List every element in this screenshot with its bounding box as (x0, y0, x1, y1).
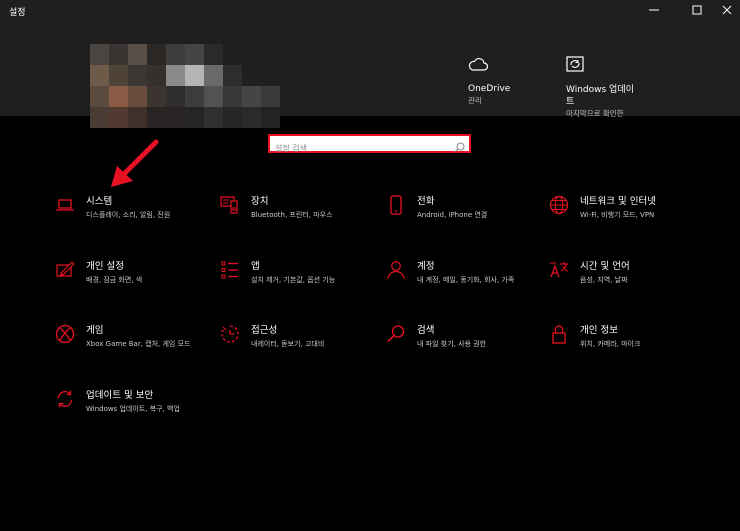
settings-category-tile[interactable]: 접근성내레이터, 돋보기, 고대비 (220, 324, 390, 372)
annotation-arrow (108, 138, 160, 190)
window-title: 설정 (9, 8, 26, 18)
settings-category-tile[interactable]: 계정내 계정, 메일, 동기화, 회사, 가족 (386, 260, 556, 308)
tile-name: 게임 (86, 325, 104, 336)
tile-description: Xbox Game Bar, 캡처, 게임 모드 (86, 340, 191, 348)
tile-description: 위치, 카메라, 마이크 (580, 340, 641, 348)
search-box-icon (454, 138, 465, 157)
xbox-icon (55, 324, 75, 344)
windows-update-link[interactable]: Windows 업데이 트 마지막으로 확인한 (566, 56, 634, 119)
close-button[interactable] (710, 0, 740, 22)
globe-icon (549, 195, 569, 215)
tile-name: 개인 정보 (580, 325, 618, 336)
avatar (90, 44, 282, 128)
settings-category-tile[interactable]: 업데이트 및 보안 Windows 업데이트, 복구, 백업 (55, 389, 225, 437)
settings-category-tile[interactable]: 시스템디스플레이, 소리, 알림, 전원 (55, 195, 225, 243)
tile-name: 장치 (251, 196, 269, 207)
accessibility-icon (220, 324, 240, 344)
tile-description: Android, iPhone 연결 (417, 211, 488, 219)
devices-icon (220, 195, 240, 215)
update-icon (566, 56, 634, 76)
tile-description: 배경, 잠금 화면, 색 (86, 276, 143, 284)
settings-category-tile[interactable]: 개인 정보위치, 카메라, 마이크 (549, 324, 719, 372)
tile-name: 네트워크 및 인터넷 (580, 196, 656, 207)
maximize-button[interactable] (680, 0, 714, 22)
windows-update-sub: 마지막으로 확인한 (566, 109, 624, 118)
tile-name: 검색 (417, 325, 435, 336)
search-input[interactable] (270, 141, 455, 156)
tile-description: 디스플레이, 소리, 알림, 전원 (86, 211, 171, 219)
tile-name: 시간 및 언어 (580, 261, 630, 272)
tile-name: 앱 (251, 261, 260, 272)
settings-category-tile[interactable]: 앱설치 제거, 기본값, 옵션 기능 (220, 260, 390, 308)
language-icon (549, 260, 569, 280)
settings-category-tile[interactable]: 장치 Bluetooth, 프린터, 마우스 (220, 195, 390, 243)
settings-category-tile[interactable]: 게임 Xbox Game Bar, 캡처, 게임 모드 (55, 324, 225, 372)
onedrive-link[interactable]: OneDrive 관리 (468, 56, 510, 106)
search-box[interactable] (268, 134, 471, 156)
tile-name: 시스템 (86, 196, 113, 207)
settings-category-tile[interactable]: 전화 Android, iPhone 연결 (386, 195, 556, 243)
minimize-icon (649, 5, 659, 18)
tile-name: 업데이트 및 보안 (86, 390, 154, 401)
tile-description: 설치 제거, 기본값, 옵션 기능 (251, 276, 336, 284)
personalization-icon (55, 260, 75, 280)
search-icon (386, 324, 406, 344)
settings-category-tile[interactable]: 개인 설정배경, 잠금 화면, 색 (55, 260, 225, 308)
sync-icon (55, 389, 75, 409)
windows-update-label-2: 트 (566, 97, 575, 107)
tile-description: 내 계정, 메일, 동기화, 회사, 가족 (417, 276, 515, 284)
title-bar: 설정 (0, 0, 740, 22)
tile-description: Wi-Fi, 비행기 모드, VPN (580, 211, 655, 219)
maximize-icon (692, 5, 702, 18)
tile-name: 계정 (417, 261, 435, 272)
tile-name: 접근성 (251, 325, 278, 336)
account-header: OneDrive 관리 Windows 업데이 트 마지막으로 확인한 (0, 22, 740, 128)
tile-description: Bluetooth, 프린터, 마우스 (251, 211, 333, 219)
apps-icon (220, 260, 240, 280)
settings-category-tile[interactable]: 검색내 파일 찾기, 사용 권한 (386, 324, 556, 372)
tile-name: 전화 (417, 196, 435, 207)
tile-description: Windows 업데이트, 복구, 백업 (86, 405, 180, 413)
phone-icon (386, 195, 406, 215)
onedrive-label: OneDrive (468, 84, 511, 94)
tile-description: 내레이터, 돋보기, 고대비 (251, 340, 325, 348)
windows-update-label-1: Windows 업데이 (566, 85, 634, 95)
tile-name: 개인 설정 (86, 261, 124, 272)
settings-category-tile[interactable]: 네트워크 및 인터넷 Wi-Fi, 비행기 모드, VPN (549, 195, 719, 243)
close-icon (722, 5, 732, 18)
tile-description: 내 파일 찾기, 사용 권한 (417, 340, 487, 348)
onedrive-sub: 관리 (468, 96, 482, 105)
cloud-icon (468, 56, 510, 75)
lock-icon (549, 324, 569, 344)
laptop-icon (55, 195, 75, 215)
person-icon (386, 260, 406, 280)
minimize-button[interactable] (637, 0, 671, 22)
settings-category-tile[interactable]: 시간 및 언어음성, 지역, 날짜 (549, 260, 719, 308)
tile-description: 음성, 지역, 날짜 (580, 276, 628, 284)
